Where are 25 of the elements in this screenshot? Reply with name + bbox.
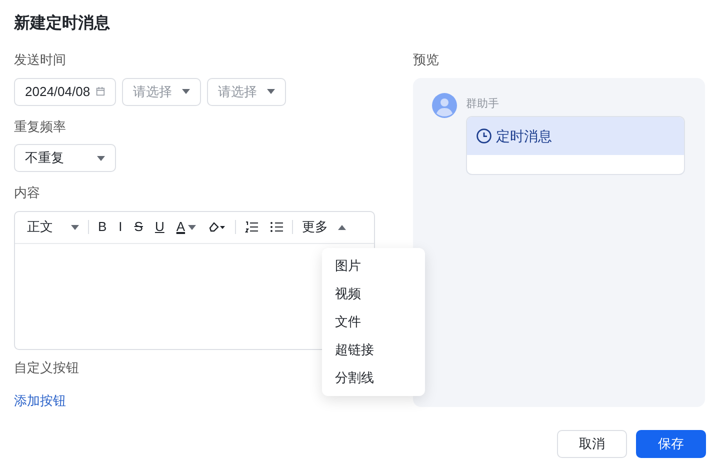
strike-button[interactable]: S xyxy=(128,215,149,239)
field-label: 发送时间 xyxy=(14,51,66,69)
menu-item[interactable]: 超链接 xyxy=(322,336,425,364)
add-button-link[interactable]: 添加按钮 xyxy=(14,393,66,408)
save-button[interactable]: 保存 xyxy=(636,430,706,458)
menu-item[interactable]: 视频 xyxy=(322,280,425,308)
bold-button[interactable]: B xyxy=(92,215,113,239)
color-button[interactable]: A xyxy=(170,215,202,239)
cancel-button[interactable]: 取消 xyxy=(557,430,627,458)
dialog-title: 新建定时消息 xyxy=(14,13,111,34)
field-label: 重复频率 xyxy=(14,118,66,136)
sender-name: 群助手 xyxy=(466,98,499,110)
text-style-dropdown[interactable]: 正文 xyxy=(21,215,85,239)
menu-item[interactable]: 文件 xyxy=(322,308,425,336)
field-label: 内容 xyxy=(14,184,40,202)
more-dropdown[interactable]: 更多 xyxy=(296,215,352,239)
italic-button[interactable]: I xyxy=(112,215,128,239)
field-label: 自定义按钮 xyxy=(14,358,79,376)
menu-item[interactable]: 分割线 xyxy=(322,364,425,392)
underline-button[interactable]: U xyxy=(148,215,170,239)
menu-item[interactable]: 图片 xyxy=(322,252,425,280)
date-field[interactable]: 2024/04/08 xyxy=(14,78,116,106)
section-label: 预览 xyxy=(413,51,439,69)
card-title: 定时消息 xyxy=(496,126,552,146)
repeat-select[interactable]: 不重复 xyxy=(14,144,116,172)
